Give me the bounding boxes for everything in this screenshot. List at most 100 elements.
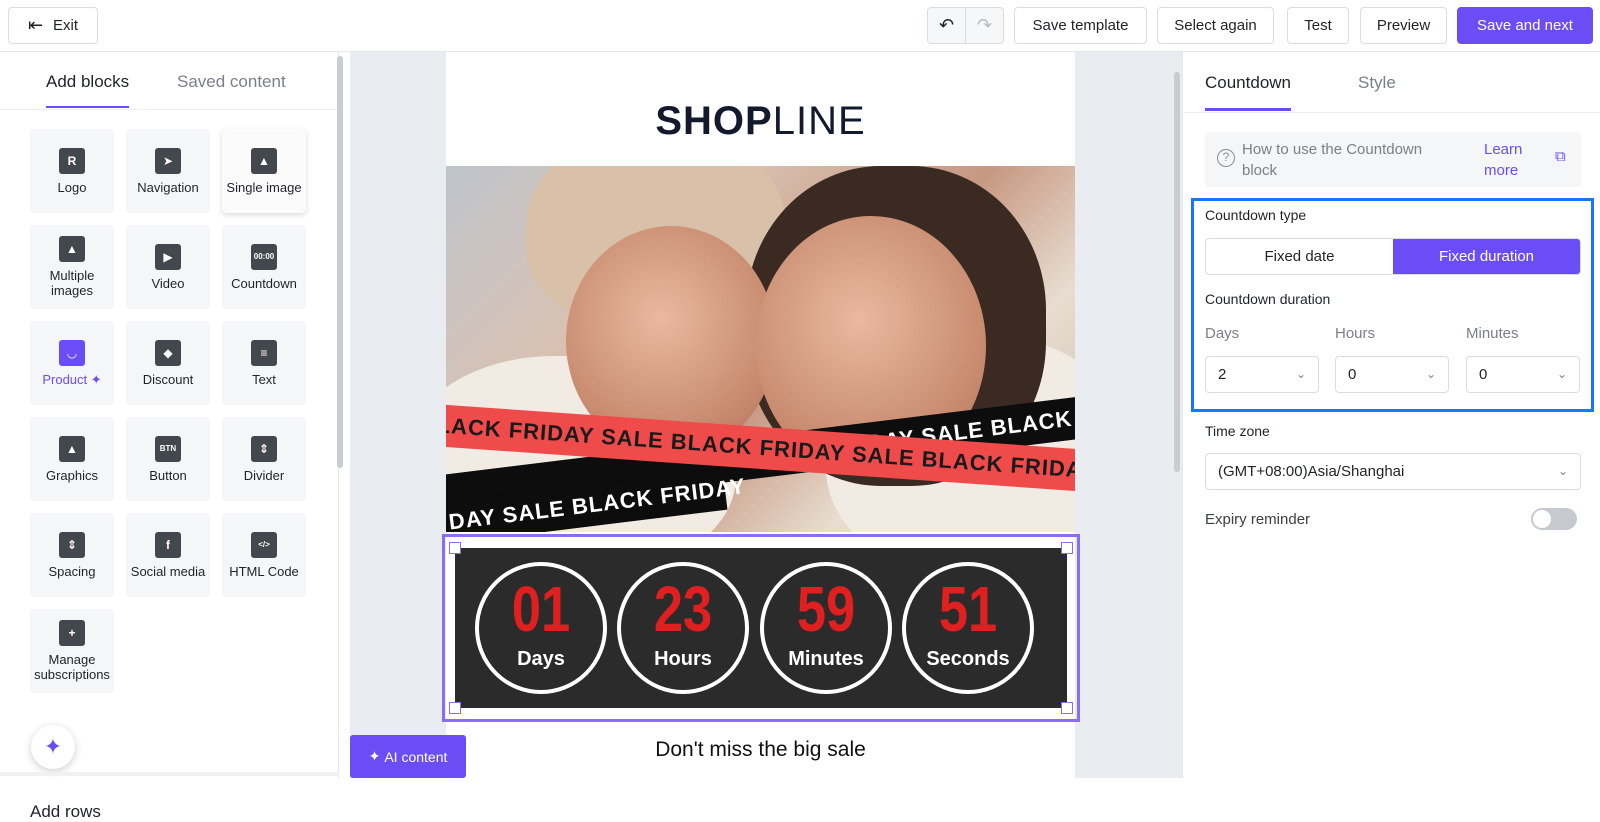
countdown-minutes: 59 Minutes (760, 562, 892, 694)
resize-handle-top-left[interactable] (449, 542, 461, 554)
countdown-seconds: 51 Seconds (902, 562, 1034, 694)
minutes-label: Minutes (1466, 325, 1519, 342)
block-spacing[interactable]: ⇕ Spacing (30, 513, 114, 597)
expiry-reminder-toggle[interactable] (1531, 508, 1577, 530)
time-zone-select[interactable]: (GMT+08:00)Asia/Shanghai ⌄ (1205, 453, 1581, 490)
undo-redo-group: ↶ ↷ (927, 7, 1004, 44)
tab-saved-content[interactable]: Saved content (177, 72, 286, 92)
block-button[interactable]: BTN Button (126, 417, 210, 501)
ai-content-button[interactable]: ✦ AI content (350, 735, 466, 778)
block-label: Single image (226, 179, 302, 195)
logo-bold-text: SHOP (655, 99, 773, 143)
external-link-icon[interactable]: ⧉ (1555, 148, 1566, 165)
resize-handle-bottom-right[interactable] (1061, 702, 1073, 714)
countdown-block-selected[interactable]: 01 Days 23 Hours 59 Minutes 51 Seconds (442, 534, 1080, 722)
tagline-text[interactable]: Don't miss the big sale (446, 738, 1075, 762)
ai-sparkle-button[interactable]: ✦ (31, 725, 75, 769)
canvas-scrollbar[interactable] (1174, 72, 1180, 472)
divider-icon: ⇕ (251, 435, 277, 462)
text-icon: ≡ (251, 339, 277, 366)
tabs-underline (1183, 112, 1600, 113)
html-code-icon: </> (251, 531, 277, 558)
block-label: Logo (57, 179, 87, 195)
countdown-minutes-value: 59 (796, 573, 856, 645)
save-and-next-button[interactable]: Save and next (1457, 7, 1593, 44)
block-countdown[interactable]: 00:00 Countdown (222, 225, 306, 309)
bookmark-plus-icon: + (59, 620, 85, 646)
logo-icon: R (59, 147, 85, 174)
learn-more-link[interactable]: Learn more (1484, 139, 1554, 181)
countdown-hours-unit: Hours (654, 648, 712, 670)
exit-button[interactable]: ⇤ Exit (8, 7, 98, 44)
test-button[interactable]: Test (1287, 7, 1349, 44)
countdown-icon: 00:00 (251, 243, 277, 270)
countdown-duration-label: Countdown duration (1205, 291, 1331, 307)
multiple-images-icon: ▲ (59, 236, 85, 262)
days-label: Days (1205, 325, 1240, 342)
block-single-image[interactable]: ▲ Single image (222, 129, 306, 213)
facebook-icon: f (155, 531, 181, 558)
time-zone-label: Time zone (1205, 423, 1270, 439)
fixed-date-option[interactable]: Fixed date (1206, 239, 1393, 274)
redo-icon[interactable]: ↷ (965, 8, 1003, 43)
select-again-button[interactable]: Select again (1157, 7, 1274, 44)
block-label: Social media (130, 563, 206, 579)
add-rows-heading[interactable]: Add rows (30, 802, 101, 822)
hours-label: Hours (1335, 325, 1376, 342)
hours-select[interactable]: 0 ⌄ (1335, 356, 1449, 393)
countdown-days: 01 Days (475, 562, 607, 694)
brand-logo[interactable]: SHOPLINE (446, 99, 1075, 144)
exit-icon: ⇤ (27, 15, 44, 35)
help-banner: ? How to use the Countdown block Learn m… (1205, 132, 1581, 187)
email-preview: SHOPLINE K FRIDAY SALE BLACK F LACK FRID… (442, 52, 1080, 778)
right-panel: Countdown Style ? How to use the Countdo… (1182, 52, 1600, 778)
logo-thin-text: LINE (772, 99, 866, 143)
hero-image[interactable]: K FRIDAY SALE BLACK F LACK FRIDAY SALE B… (446, 166, 1075, 532)
block-manage-subscriptions[interactable]: + Manage subscriptions (30, 609, 114, 693)
block-label: Discount (142, 371, 194, 387)
block-graphics[interactable]: ▲ Graphics (30, 417, 114, 501)
sparkle-icon: ✦ (368, 748, 381, 764)
block-text[interactable]: ≡ Text (222, 321, 306, 405)
hours-value: 0 (1348, 366, 1357, 383)
fixed-duration-option[interactable]: Fixed duration (1393, 239, 1580, 274)
days-select[interactable]: 2 ⌄ (1205, 356, 1319, 393)
video-icon: ▶ (155, 243, 181, 270)
block-social-media[interactable]: f Social media (126, 513, 210, 597)
left-tabs: Add blocks Saved content (0, 52, 338, 110)
resize-handle-top-right[interactable] (1061, 542, 1073, 554)
block-html-code[interactable]: </> HTML Code (222, 513, 306, 597)
button-icon: BTN (155, 435, 181, 462)
tab-countdown[interactable]: Countdown (1205, 73, 1292, 111)
minutes-select[interactable]: 0 ⌄ (1466, 356, 1580, 393)
tab-style[interactable]: Style (1358, 73, 1396, 93)
block-label: Spacing (48, 563, 96, 579)
block-navigation[interactable]: ➤ Navigation (126, 129, 210, 213)
exit-label: Exit (53, 17, 79, 34)
chevron-down-icon: ⌄ (1556, 367, 1567, 381)
block-video[interactable]: ▶ Video (126, 225, 210, 309)
block-logo[interactable]: R Logo (30, 129, 114, 213)
days-value: 2 (1218, 366, 1227, 383)
chevron-down-icon: ⌄ (1295, 367, 1306, 381)
countdown-type-label: Countdown type (1205, 207, 1307, 223)
block-multiple-images[interactable]: ▲ Multiple images (30, 225, 114, 309)
save-template-button[interactable]: Save template (1014, 7, 1147, 44)
resize-handle-bottom-left[interactable] (449, 702, 461, 714)
block-label: Navigation (137, 179, 199, 195)
section-divider (0, 772, 339, 776)
tab-add-blocks[interactable]: Add blocks (46, 72, 130, 108)
navigation-icon: ➤ (155, 147, 181, 174)
block-product[interactable]: ◡ Product ✦ (30, 321, 114, 405)
image-icon: ▲ (251, 147, 277, 174)
undo-icon[interactable]: ↶ (928, 8, 965, 43)
countdown-days-value: 01 (511, 573, 571, 645)
countdown-hours-value: 23 (653, 573, 713, 645)
preview-button[interactable]: Preview (1360, 7, 1447, 44)
block-label: Countdown (231, 275, 297, 291)
expiry-reminder-label: Expiry reminder (1205, 511, 1311, 528)
block-discount[interactable]: ◆ Discount (126, 321, 210, 405)
block-divider[interactable]: ⇕ Divider (222, 417, 306, 501)
left-scrollbar[interactable] (337, 56, 343, 468)
countdown-hours: 23 Hours (617, 562, 749, 694)
